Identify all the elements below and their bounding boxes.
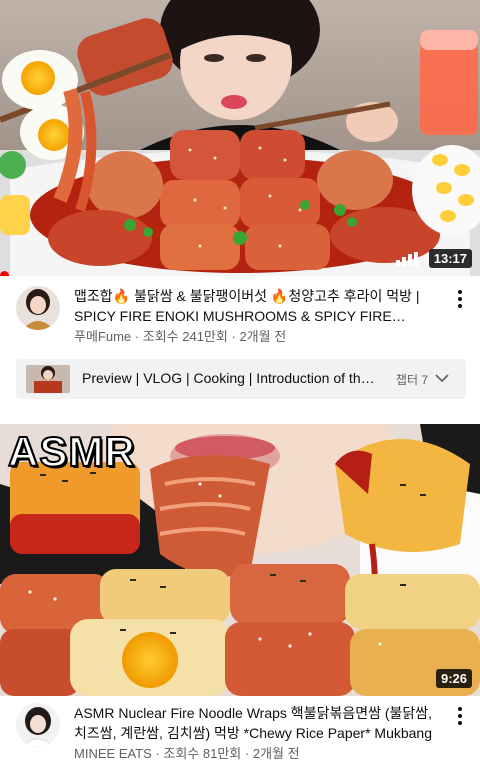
view-count: 조회수 241만회 bbox=[142, 329, 228, 344]
channel-avatar[interactable] bbox=[16, 286, 60, 330]
separator: · bbox=[134, 329, 140, 344]
video-subtitle: MINEE EATS · 조회수 81만회 · 2개월 전 bbox=[74, 743, 434, 762]
duration-badge: 9:26 bbox=[435, 669, 472, 688]
channel-name[interactable]: 푸메Fume bbox=[74, 329, 131, 344]
upload-age: 2개월 전 bbox=[239, 329, 287, 344]
duration-badge: 13:17 bbox=[428, 249, 472, 268]
view-count: 조회수 81만회 bbox=[163, 746, 242, 761]
thumbnail-image-1 bbox=[0, 0, 480, 276]
separator: · bbox=[231, 329, 236, 344]
chapter-thumbnail bbox=[26, 365, 70, 393]
more-vert-icon[interactable] bbox=[454, 705, 466, 727]
chapters-text: Preview | VLOG | Cooking | Introduction … bbox=[82, 370, 378, 386]
channel-name[interactable]: MINEE EATS bbox=[74, 746, 152, 761]
asmr-overlay-text: ASMR bbox=[7, 427, 136, 476]
separator: · bbox=[155, 746, 160, 761]
video-title[interactable]: ASMR Nuclear Fire Noodle Wraps 핵불닭볶음면쌈 (… bbox=[74, 703, 434, 743]
channel-avatar[interactable] bbox=[16, 703, 60, 747]
video-thumbnail-2[interactable]: ASMR 9:26 bbox=[0, 424, 480, 696]
more-vert-icon[interactable] bbox=[454, 288, 466, 310]
video-thumbnail-1[interactable]: 13:17 bbox=[0, 0, 480, 276]
video-meta-1: 맵조합🔥 불닭쌈 & 불닭팽이버섯 🔥청양고추 후라이 먹방 | SPICY F… bbox=[0, 280, 480, 356]
signal-bars-icon bbox=[396, 252, 418, 266]
upload-age: 2개월 전 bbox=[252, 746, 300, 761]
chevron-down-icon[interactable] bbox=[434, 370, 450, 386]
video-meta-2: ASMR Nuclear Fire Noodle Wraps 핵불닭볶음면쌈 (… bbox=[0, 697, 480, 772]
progress-indicator bbox=[0, 271, 9, 276]
chapters-bar[interactable]: Preview | VLOG | Cooking | Introduction … bbox=[16, 359, 466, 399]
separator: · bbox=[244, 746, 250, 761]
chapter-count: 챕터 7 bbox=[395, 373, 428, 387]
video-subtitle: 푸메Fume · 조회수 241만회 · 2개월 전 bbox=[74, 326, 434, 345]
video-title[interactable]: 맵조합🔥 불닭쌈 & 불닭팽이버섯 🔥청양고추 후라이 먹방 | SPICY F… bbox=[74, 286, 434, 326]
